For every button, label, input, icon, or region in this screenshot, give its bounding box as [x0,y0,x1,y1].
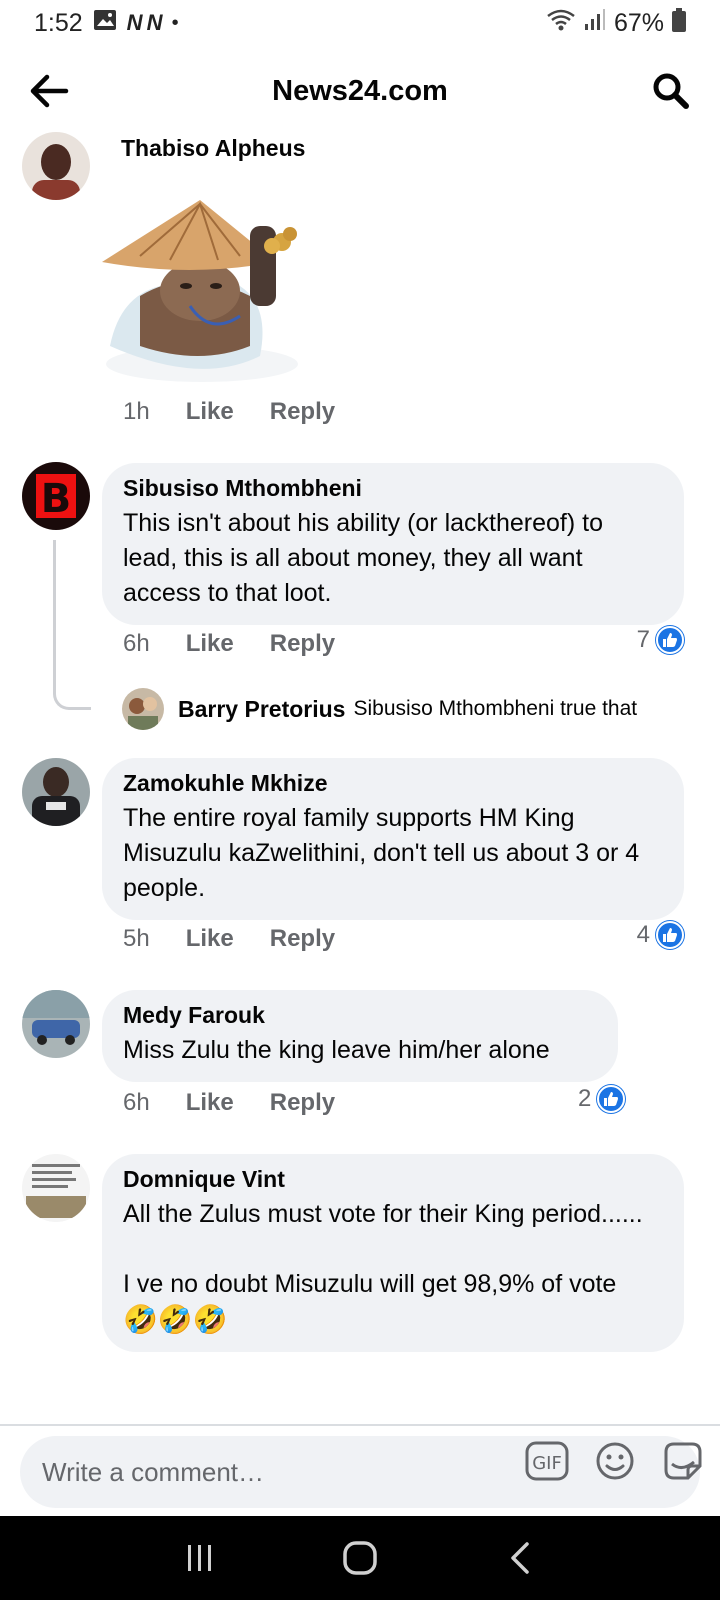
emoji-icon[interactable] [592,1438,638,1484]
comment-author[interactable]: Domnique Vint [123,1166,664,1193]
gif-label: GIF [532,1453,562,1474]
comment-text: This isn't about his ability (or lackthe… [123,509,603,607]
comment-bubble[interactable]: Medy Farouk Miss Zulu the king leave him… [102,990,618,1082]
signal-icon [584,8,606,39]
search-icon[interactable] [648,68,694,114]
back-arrow-icon[interactable] [26,68,72,114]
comment-meta: 1h Like Reply [123,398,335,426]
comment-time: 6h [123,630,150,657]
reaction-count[interactable]: 2 [578,1085,626,1113]
comment-text: The entire royal family supports HM King… [123,804,640,902]
comment-meta: 6h Like Reply [123,630,335,658]
avatar[interactable]: B [22,462,90,530]
comment-time: 1h [123,398,150,425]
back-icon[interactable] [490,1528,550,1588]
like-button[interactable]: Like [186,630,234,658]
status-bar: 1:52 N N • 67% [0,0,720,46]
avatar[interactable] [22,1154,90,1222]
wifi-icon [546,8,576,39]
reply-text: Sibusiso Mthombheni true that [353,697,638,720]
thumbs-up-icon [656,921,684,949]
gif-icon[interactable]: GIF [524,1438,570,1484]
like-button[interactable]: Like [186,925,234,953]
reaction-count[interactable]: 7 [637,626,684,654]
more-notifications-dot: • [171,11,179,34]
avatar[interactable] [22,990,90,1058]
home-icon[interactable] [330,1528,390,1588]
comment-bubble[interactable]: Sibusiso Mthombheni This isn't about his… [102,463,684,625]
comment-author[interactable]: Zamokuhle Mkhize [123,770,664,797]
composer-actions: GIF [524,1438,706,1484]
reply-thread-line [53,540,91,710]
reaction-number: 4 [636,921,650,948]
status-time: 1:52 [34,8,83,37]
comment-text: Miss Zulu the king leave him/her alone [123,1036,550,1064]
comment-meta: 5h Like Reply [123,925,335,953]
comment-composer: Write a comment… GIF [0,1424,720,1516]
sticker-icon[interactable] [660,1438,706,1484]
sticker-image [100,196,312,386]
page-title: News24.com [272,74,448,107]
like-button[interactable]: Like [186,1089,234,1117]
like-button[interactable]: Like [186,398,234,426]
thumbs-up-icon [656,626,684,654]
reply-item[interactable]: Barry Pretorius Sibusiso Mthombheni true… [122,688,637,730]
thumbs-up-icon [597,1085,626,1113]
svg-text:B: B [41,476,72,522]
status-right: 67% [546,7,686,39]
avatar[interactable] [122,688,164,730]
reply-author[interactable]: Barry Pretorius [178,696,345,723]
comment-bubble[interactable]: Domnique Vint All the Zulus must vote fo… [102,1154,684,1352]
avatar[interactable] [22,758,90,826]
reply-button[interactable]: Reply [270,1089,335,1117]
comment-meta: 6h Like Reply [123,1089,335,1117]
comment-time: 6h [123,1089,150,1116]
comment-author[interactable]: Medy Farouk [123,1002,598,1029]
comment-bubble[interactable]: Zamokuhle Mkhize The entire royal family… [102,758,684,920]
reaction-number: 2 [578,1085,592,1112]
avatar[interactable] [22,132,90,200]
reaction-count[interactable]: 4 [637,921,684,949]
reaction-number: 7 [636,626,650,653]
emoji-laughing-icon: 🤣🤣🤣 [123,1304,228,1335]
battery-level: 67% [613,8,664,37]
app-header: News24.com [0,50,720,132]
comment-text: All the Zulus must vote for their King p… [123,1200,643,1298]
reply-button[interactable]: Reply [270,398,335,426]
gallery-notification-icon [93,9,117,38]
comments-list[interactable]: Thabiso Alpheus 1h Like Reply B Sibusiso [0,132,720,1424]
battery-icon [672,7,686,39]
comment-time: 5h [123,925,150,952]
comment-author[interactable]: Sibusiso Mthombheni [123,475,664,502]
reply-button[interactable]: Reply [270,925,335,953]
recent-apps-icon[interactable] [170,1528,230,1588]
reply-button[interactable]: Reply [270,630,335,658]
comment-author[interactable]: Thabiso Alpheus [121,135,305,162]
comment-input-placeholder: Write a comment… [42,1456,265,1487]
news-notification-icons: N N [126,10,163,35]
status-left: 1:52 N N • [34,9,179,38]
system-navigation-bar [0,1516,720,1600]
